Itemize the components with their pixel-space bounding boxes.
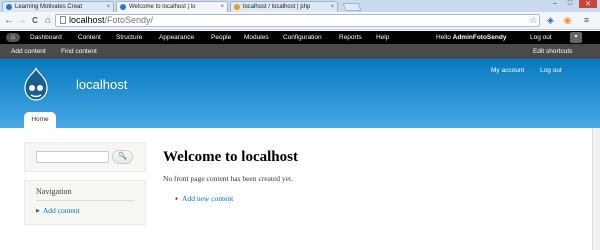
drupal-favicon-icon <box>6 4 12 10</box>
close-tab-icon[interactable]: × <box>328 4 334 10</box>
close-tab-icon[interactable]: × <box>218 4 224 10</box>
address-path: /FotoSendy/ <box>104 15 154 25</box>
shortcut-bar: Add content Find content Edit shortcuts <box>0 44 600 59</box>
add-new-content-label: Add new content <box>182 194 234 203</box>
search-block: 🔍 <box>24 142 146 172</box>
window-close-icon[interactable]: ✕ <box>579 0 597 8</box>
page-title: Welcome to localhost <box>163 149 298 165</box>
browser-tab-title: Learning Motivates Creat <box>15 4 83 10</box>
navigation-block: Navigation ▶ Add content <box>24 180 146 225</box>
search-button[interactable]: 🔍 <box>112 150 133 164</box>
admin-menu-configuration[interactable]: Configuration <box>283 34 322 42</box>
address-host: localhost <box>69 15 105 25</box>
front-page-message: No front page content has been created y… <box>163 174 293 183</box>
menu-icon[interactable]: ≡ <box>580 14 593 27</box>
add-new-content-link[interactable]: ● Add new content <box>175 194 233 203</box>
admin-toolbar: ⌂ Dashboard Content Structure Appearance… <box>0 31 600 44</box>
admin-menu-appearance[interactable]: Appearance <box>159 34 194 42</box>
browser-tab[interactable]: localhost / localhost | php × <box>230 1 338 12</box>
site-header: localhost My account Log out Home <box>0 59 600 128</box>
page-icon <box>60 16 66 24</box>
admin-menu-content[interactable]: Content <box>78 34 101 42</box>
back-icon[interactable]: ← <box>3 14 15 27</box>
rss-icon[interactable]: ◉ <box>561 14 574 27</box>
admin-menu-structure[interactable]: Structure <box>116 34 142 42</box>
drupal-logo-icon[interactable] <box>22 67 50 101</box>
browser-tab-title: Welcome to localhost | lo <box>129 4 196 10</box>
admin-menu-reports[interactable]: Reports <box>339 34 362 42</box>
admin-menu-help[interactable]: Help <box>376 34 389 42</box>
toggle-drawer-icon[interactable]: ▾ <box>570 32 582 43</box>
new-tab-button[interactable] <box>342 3 362 11</box>
greeting-prefix: Hello <box>436 34 451 41</box>
edit-shortcuts-link[interactable]: Edit shortcuts <box>533 48 572 55</box>
admin-home-icon[interactable]: ⌂ <box>6 33 20 42</box>
bullet-icon: ▶ <box>36 209 40 214</box>
close-tab-icon[interactable]: × <box>104 4 110 10</box>
drupal-favicon-icon <box>120 4 126 10</box>
shortcut-find-content[interactable]: Find content <box>61 48 97 55</box>
admin-greeting: Hello AdminFotoSendy <box>436 34 506 42</box>
tab-home[interactable]: Home <box>24 112 56 128</box>
admin-menu-dashboard[interactable]: Dashboard <box>30 34 62 42</box>
browser-tab-strip: Learning Motivates Creat × Welcome to lo… <box>0 0 600 12</box>
my-account-link[interactable]: My account <box>491 67 524 74</box>
nav-item-add-content[interactable]: ▶ Add content <box>36 206 80 215</box>
reload-icon[interactable]: C <box>29 14 41 27</box>
divider <box>36 200 134 201</box>
browser-tab[interactable]: Learning Motivates Creat × <box>2 1 114 12</box>
admin-menu-people[interactable]: People <box>211 34 231 42</box>
browser-toolbar: ← → C ⌂ localhost/FotoSendy/ ☆ ◈ ◉ ≡ <box>0 12 600 30</box>
bookmark-star-icon[interactable]: ☆ <box>527 14 540 27</box>
site-name[interactable]: localhost <box>76 77 127 92</box>
navigation-title: Navigation <box>36 187 72 196</box>
home-icon[interactable]: ⌂ <box>42 14 54 27</box>
username-link[interactable]: AdminFotoSendy <box>453 34 507 41</box>
admin-logout-link[interactable]: Log out <box>530 34 552 42</box>
address-bar[interactable]: localhost/FotoSendy/ <box>55 14 540 27</box>
search-input[interactable] <box>36 151 109 163</box>
admin-menu-modules[interactable]: Modules <box>244 34 269 42</box>
minimize-icon[interactable]: – <box>548 0 562 8</box>
search-icon: 🔍 <box>118 153 127 160</box>
browser-tab-active[interactable]: Welcome to localhost | lo × <box>116 1 228 12</box>
forward-icon[interactable]: → <box>16 14 28 27</box>
nav-item-label: Add content <box>42 206 80 215</box>
shortcut-add-content[interactable]: Add content <box>11 48 46 55</box>
header-logout-link[interactable]: Log out <box>540 67 562 74</box>
bullet-icon: ● <box>175 197 179 202</box>
browser-tab-title: localhost / localhost | php <box>243 4 311 10</box>
maximize-icon[interactable]: □ <box>563 0 577 8</box>
phpmyadmin-favicon-icon <box>234 4 240 10</box>
page-scrollbar[interactable] <box>592 128 600 250</box>
extension-icon[interactable]: ◈ <box>544 14 557 27</box>
